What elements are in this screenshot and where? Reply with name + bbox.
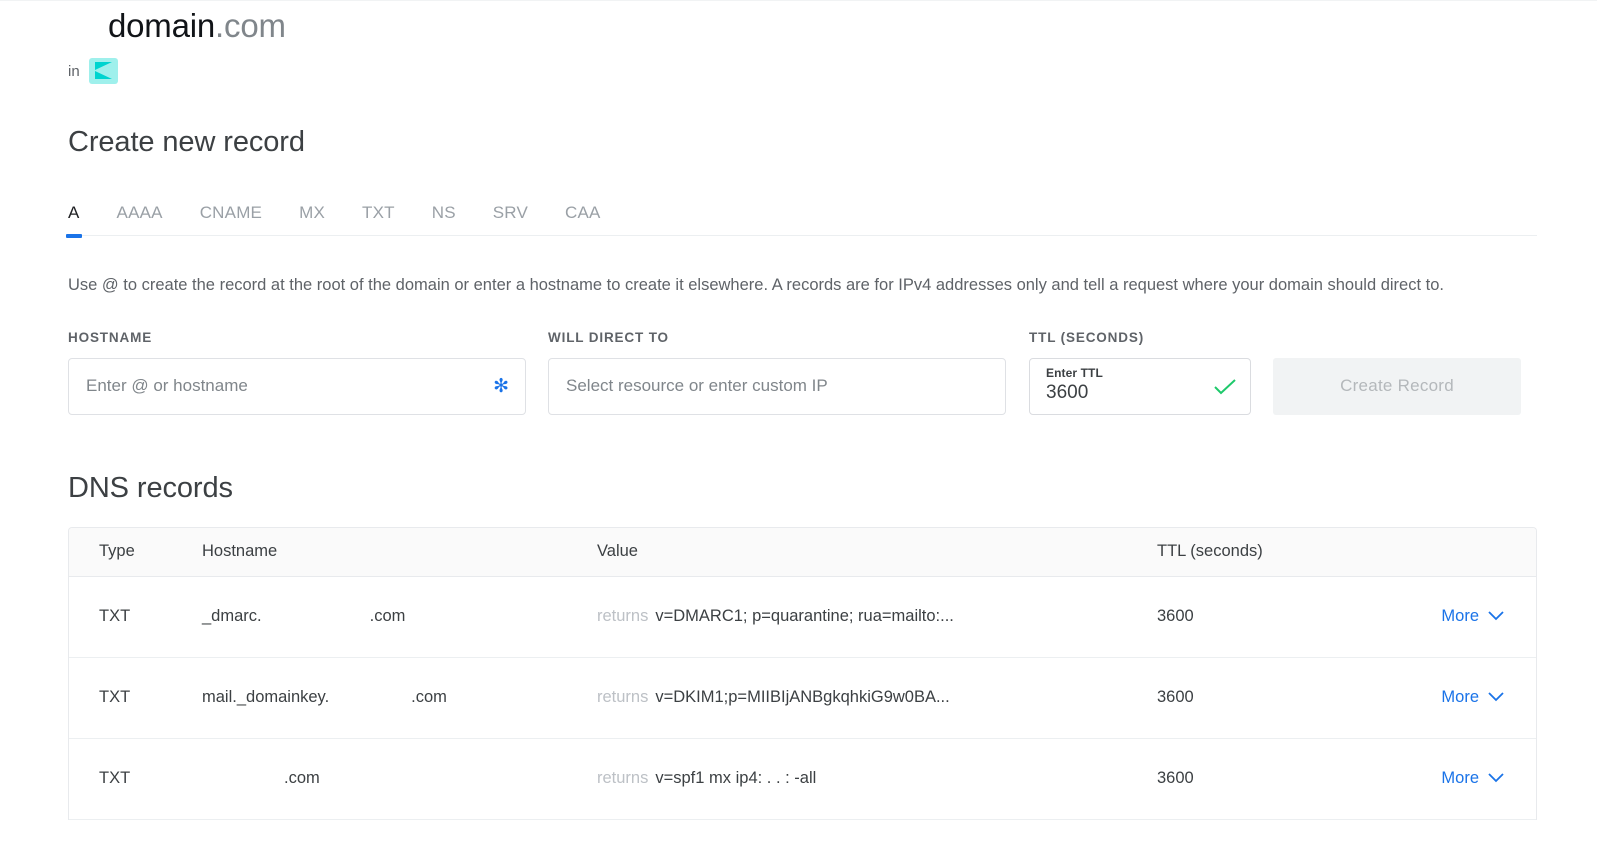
hostname-label: HOSTNAME: [68, 329, 153, 345]
table-row: TXT .com returns v=spf1 mx ip4: . . : -al…: [69, 738, 1536, 820]
table-header-row: Type Hostname Value TTL (seconds): [69, 527, 1536, 577]
more-label: More: [1441, 607, 1479, 626]
in-label: in: [68, 62, 80, 80]
domain-title: domain.com: [68, 0, 1537, 44]
ttl-value: 3600: [1046, 382, 1089, 404]
cell-ttl: 3600: [1157, 688, 1194, 707]
column-header-value: Value: [597, 542, 638, 561]
tab-aaaa[interactable]: AAAA: [117, 203, 163, 235]
hostname-placeholder: Enter @ or hostname: [86, 376, 248, 396]
domain-provider-row: in: [68, 58, 1537, 85]
more-button[interactable]: More: [1441, 607, 1504, 626]
required-asterisk-icon: ✻: [493, 375, 509, 397]
cell-actions: More: [1402, 769, 1536, 788]
tab-txt[interactable]: TXT: [362, 203, 395, 235]
record-type-description: Use @ to create the record at the root o…: [68, 276, 1444, 295]
dns-management-page: domain.com in Create new record A AAAA C…: [0, 0, 1597, 841]
will-direct-to-field-group: WILL DIRECT TO Select resource or enter …: [548, 330, 1006, 415]
will-direct-to-placeholder: Select resource or enter custom IP: [566, 376, 828, 396]
tab-mx[interactable]: MX: [299, 203, 325, 235]
ttl-input[interactable]: Enter TTL 3600: [1029, 357, 1251, 415]
hostname-prefix: _dmarc.: [202, 607, 262, 626]
more-button[interactable]: More: [1441, 769, 1504, 788]
hostname-field-group: HOSTNAME Enter @ or hostname ✻: [68, 330, 526, 415]
chevron-down-icon: [1488, 769, 1504, 788]
hostname-suffix: .com: [284, 769, 320, 788]
brand-logo-icon: [88, 58, 118, 85]
hostname-suffix: .com: [411, 688, 447, 707]
cell-value: returns v=spf1 mx ip4: . . : -all: [597, 769, 1157, 788]
cell-hostname: _dmarc. .com: [202, 607, 597, 626]
hostname-prefix: mail._domainkey.: [202, 688, 330, 707]
ttl-field-group: TTL (SECONDS) Enter TTL 3600: [1029, 330, 1251, 415]
cell-hostname: mail._domainkey. .com: [202, 688, 597, 707]
record-value: v=spf1 mx ip4: . . : -all: [655, 769, 817, 788]
column-header-ttl: TTL (seconds): [1157, 542, 1263, 561]
ttl-floating-label: Enter TTL: [1046, 365, 1103, 380]
record-type-tabs: A AAAA CNAME MX TXT NS SRV CAA: [66, 187, 1537, 239]
cell-type: TXT: [99, 607, 131, 626]
record-value: v=DKIM1;p=MIIBIjANBgkqhkiG9w0BA...: [655, 688, 950, 707]
table-row: TXT mail._domainkey. .com returns v=DKIM1;…: [69, 657, 1536, 739]
check-icon: [1214, 378, 1236, 400]
tab-ns[interactable]: NS: [432, 203, 456, 235]
cell-value: returns v=DMARC1; p=quarantine; rua=mailt…: [597, 607, 1157, 626]
ttl-label: TTL (SECONDS): [1029, 329, 1145, 345]
ttl-input-inner: Enter TTL 3600: [1046, 366, 1103, 405]
cell-actions: More: [1402, 607, 1536, 626]
more-button[interactable]: More: [1441, 688, 1504, 707]
tab-a[interactable]: A: [66, 203, 82, 239]
record-value: v=DMARC1; p=quarantine; rua=mailto:...: [655, 607, 954, 626]
chevron-down-icon: [1488, 688, 1504, 707]
table-row: TXT _dmarc. .com returns v=DMARC1; p=quara…: [69, 576, 1536, 658]
more-label: More: [1441, 688, 1479, 707]
tab-cname[interactable]: CNAME: [200, 203, 262, 235]
domain-name: domain: [108, 7, 216, 44]
returns-prefix: returns: [597, 769, 649, 788]
hostname-input[interactable]: Enter @ or hostname ✻: [68, 357, 526, 415]
cell-value: returns v=DKIM1;p=MIIBIjANBgkqhkiG9w0BA..…: [597, 688, 1157, 707]
cell-hostname: .com: [202, 769, 597, 788]
dns-records-title: DNS records: [68, 471, 233, 504]
cell-type: TXT: [99, 688, 131, 707]
column-header-hostname: Hostname: [202, 542, 278, 561]
returns-prefix: returns: [597, 607, 649, 626]
page-content: domain.com in Create new record A AAAA C…: [66, 0, 1537, 820]
dns-records-table: Type Hostname Value TTL (seconds) TXT _d…: [68, 526, 1537, 820]
tab-caa[interactable]: CAA: [565, 203, 601, 235]
create-record-form: HOSTNAME Enter @ or hostname ✻ WILL DIRE…: [68, 330, 1537, 415]
chevron-down-icon: [1488, 607, 1504, 626]
tab-srv[interactable]: SRV: [493, 203, 528, 235]
hostname-suffix: .com: [369, 607, 406, 626]
cell-type: TXT: [99, 769, 131, 788]
column-header-type: Type: [99, 542, 135, 561]
will-direct-to-label: WILL DIRECT TO: [548, 329, 669, 345]
create-record-button[interactable]: Create Record: [1273, 357, 1521, 415]
returns-prefix: returns: [597, 688, 649, 707]
more-label: More: [1441, 769, 1479, 788]
domain-tld: .com: [215, 7, 286, 44]
cell-actions: More: [1402, 688, 1536, 707]
will-direct-to-input[interactable]: Select resource or enter custom IP: [548, 357, 1006, 415]
cell-ttl: 3600: [1157, 769, 1194, 788]
cell-ttl: 3600: [1157, 607, 1194, 626]
page-title: Create new record: [68, 126, 305, 159]
